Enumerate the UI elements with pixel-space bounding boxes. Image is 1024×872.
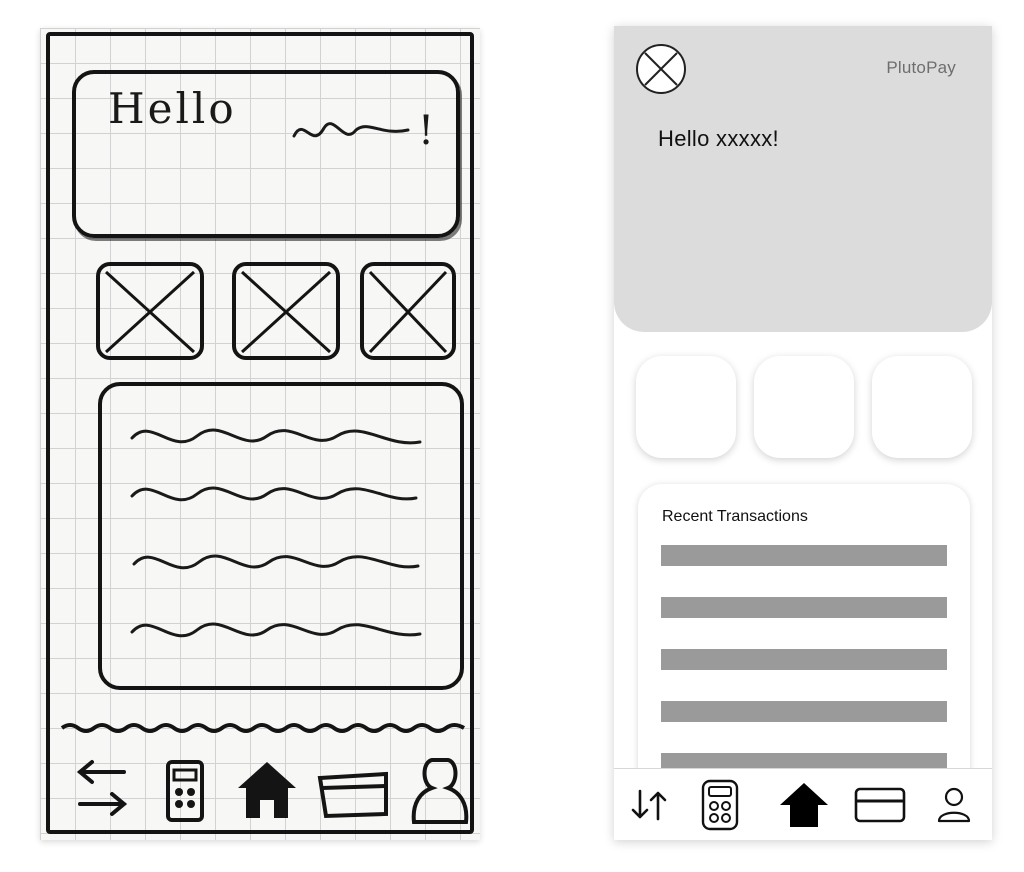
x-circle-placeholder-icon[interactable] <box>634 42 688 96</box>
sketch-list-panel <box>98 382 464 690</box>
calculator-icon <box>701 779 739 831</box>
sketch-greeting: Hello <box>108 84 237 133</box>
bottom-tab-bar <box>614 768 992 840</box>
sketch-x-placeholder-icon <box>104 270 196 354</box>
sketch-placeholder-box <box>232 262 340 360</box>
quick-action-button[interactable] <box>872 356 972 458</box>
transaction-row[interactable] <box>661 545 947 566</box>
transaction-row[interactable] <box>661 649 947 670</box>
sketch-list-scribbles <box>130 428 422 638</box>
tab-cards[interactable] <box>852 779 908 831</box>
transaction-row[interactable] <box>661 597 947 618</box>
tab-profile[interactable] <box>928 779 980 831</box>
sketch-calculator-icon <box>166 760 204 822</box>
sketch-user-icon <box>411 758 469 824</box>
transaction-row[interactable] <box>661 701 947 722</box>
phone-screen: PlutoPay Hello xxxxx! Recent Transaction… <box>614 26 992 840</box>
credit-card-icon <box>854 787 906 823</box>
transfer-arrows-icon <box>631 789 667 821</box>
sketch-greeting-punct: ! <box>418 108 434 154</box>
quick-action-button[interactable] <box>636 356 736 458</box>
sketch-phone-outline: Hello ! <box>46 32 474 834</box>
tab-calculator[interactable] <box>694 779 746 831</box>
quick-action-button[interactable] <box>754 356 854 458</box>
hero-header: PlutoPay Hello xxxxx! <box>614 26 992 332</box>
recent-transactions-card: Recent Transactions <box>638 484 970 804</box>
home-icon <box>780 783 828 827</box>
sketch-greeting-text: Hello <box>108 84 237 133</box>
sketch-home-icon <box>238 762 296 818</box>
sketch-transfer-icon <box>76 760 128 816</box>
tab-transfer[interactable] <box>624 779 676 831</box>
brand-name: PlutoPay <box>886 58 956 77</box>
tab-home[interactable] <box>776 779 832 831</box>
sketch-x-placeholder-icon <box>240 270 332 354</box>
sketch-nav-row <box>72 754 472 834</box>
sketch-x-placeholder-icon <box>368 270 448 354</box>
sketch-card-icon <box>317 771 388 819</box>
sketch-name-scribble: ! <box>292 108 434 154</box>
greeting-title: Hello xxxxx! <box>658 126 779 151</box>
user-icon <box>937 787 971 823</box>
sketch-placeholder-box <box>360 262 456 360</box>
sketch-placeholder-box <box>96 262 204 360</box>
recent-transactions-title: Recent Transactions <box>662 508 808 525</box>
sketch-nav-divider <box>60 723 466 733</box>
paper-sketch: Hello ! <box>40 28 480 840</box>
